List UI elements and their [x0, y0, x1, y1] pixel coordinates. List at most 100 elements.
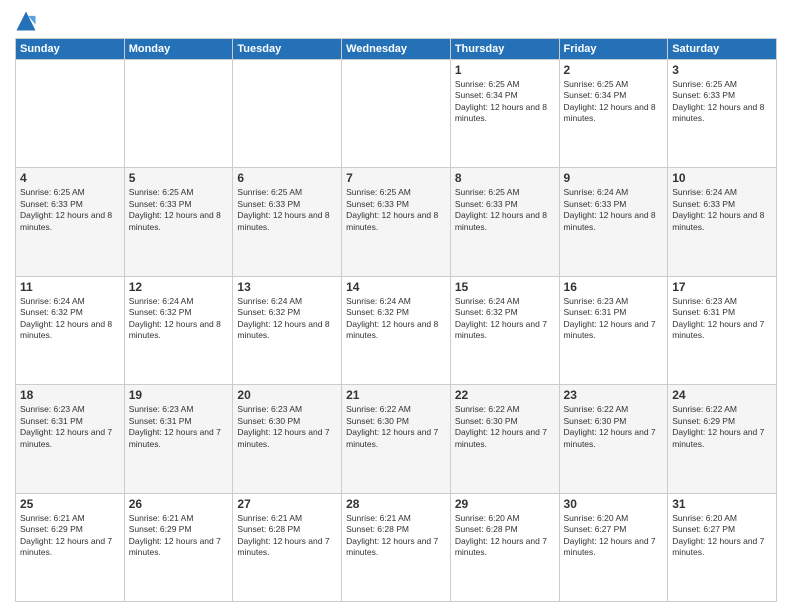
header — [15, 10, 777, 32]
day-number: 23 — [564, 388, 664, 402]
calendar-cell: 28 Sunrise: 6:21 AMSunset: 6:28 PMDayligh… — [342, 493, 451, 601]
calendar-cell: 15 Sunrise: 6:24 AMSunset: 6:32 PMDayligh… — [450, 276, 559, 384]
day-number: 13 — [237, 280, 337, 294]
weekday-header: Wednesday — [342, 39, 451, 60]
day-info: Sunrise: 6:25 AMSunset: 6:33 PMDaylight:… — [455, 187, 555, 233]
day-info: Sunrise: 6:21 AMSunset: 6:29 PMDaylight:… — [20, 513, 120, 559]
calendar-cell — [124, 60, 233, 168]
day-number: 3 — [672, 63, 772, 77]
weekday-header: Saturday — [668, 39, 777, 60]
day-info: Sunrise: 6:21 AMSunset: 6:28 PMDaylight:… — [346, 513, 446, 559]
calendar-week-row: 18Sunrise: 6:23 AMSunset: 6:31 PMDayligh… — [16, 385, 777, 493]
calendar-cell: 27 Sunrise: 6:21 AMSunset: 6:28 PMDayligh… — [233, 493, 342, 601]
day-info: Sunrise: 6:25 AMSunset: 6:33 PMDaylight:… — [20, 187, 120, 233]
calendar-cell — [342, 60, 451, 168]
calendar-cell: 12 Sunrise: 6:24 AMSunset: 6:32 PMDayligh… — [124, 276, 233, 384]
day-info: Sunrise: 6:22 AMSunset: 6:30 PMDaylight:… — [564, 404, 664, 450]
calendar-cell: 26Sunrise: 6:21 AMSunset: 6:29 PMDayligh… — [124, 493, 233, 601]
day-info: Sunrise: 6:25 AMSunset: 6:33 PMDaylight:… — [237, 187, 337, 233]
day-number: 27 — [237, 497, 337, 511]
calendar-cell: 30 Sunrise: 6:20 AMSunset: 6:27 PMDayligh… — [559, 493, 668, 601]
day-number: 31 — [672, 497, 772, 511]
day-info: Sunrise: 6:20 AMSunset: 6:27 PMDaylight:… — [672, 513, 772, 559]
logo-icon — [15, 10, 37, 32]
weekday-header: Tuesday — [233, 39, 342, 60]
day-number: 5 — [129, 171, 229, 185]
day-info: Sunrise: 6:24 AMSunset: 6:33 PMDaylight:… — [564, 187, 664, 233]
calendar-cell: 22 Sunrise: 6:22 AMSunset: 6:30 PMDayligh… — [450, 385, 559, 493]
day-number: 22 — [455, 388, 555, 402]
day-number: 15 — [455, 280, 555, 294]
calendar-cell: 2 Sunrise: 6:25 AMSunset: 6:34 PMDaylight… — [559, 60, 668, 168]
day-number: 12 — [129, 280, 229, 294]
weekday-header: Sunday — [16, 39, 125, 60]
day-info: Sunrise: 6:23 AMSunset: 6:31 PMDaylight:… — [20, 404, 120, 450]
calendar-cell: 31 Sunrise: 6:20 AMSunset: 6:27 PMDayligh… — [668, 493, 777, 601]
day-info: Sunrise: 6:24 AMSunset: 6:32 PMDaylight:… — [237, 296, 337, 342]
day-info: Sunrise: 6:20 AMSunset: 6:27 PMDaylight:… — [564, 513, 664, 559]
calendar-cell: 11 Sunrise: 6:24 AMSunset: 6:32 PMDayligh… — [16, 276, 125, 384]
calendar-cell: 18Sunrise: 6:23 AMSunset: 6:31 PMDayligh… — [16, 385, 125, 493]
day-number: 19 — [129, 388, 229, 402]
calendar-cell: 20 Sunrise: 6:23 AMSunset: 6:30 PMDayligh… — [233, 385, 342, 493]
day-number: 10 — [672, 171, 772, 185]
day-number: 7 — [346, 171, 446, 185]
calendar-cell — [233, 60, 342, 168]
calendar-week-row: 25 Sunrise: 6:21 AMSunset: 6:29 PMDayligh… — [16, 493, 777, 601]
day-number: 8 — [455, 171, 555, 185]
calendar-cell: 14 Sunrise: 6:24 AMSunset: 6:32 PMDayligh… — [342, 276, 451, 384]
calendar-cell: 23 Sunrise: 6:22 AMSunset: 6:30 PMDayligh… — [559, 385, 668, 493]
day-info: Sunrise: 6:25 AMSunset: 6:34 PMDaylight:… — [564, 79, 664, 125]
day-info: Sunrise: 6:25 AMSunset: 6:33 PMDaylight:… — [346, 187, 446, 233]
day-number: 9 — [564, 171, 664, 185]
day-info: Sunrise: 6:23 AMSunset: 6:31 PMDaylight:… — [129, 404, 229, 450]
day-number: 4 — [20, 171, 120, 185]
day-number: 28 — [346, 497, 446, 511]
calendar-cell: 29Sunrise: 6:20 AMSunset: 6:28 PMDayligh… — [450, 493, 559, 601]
day-info: Sunrise: 6:24 AMSunset: 6:32 PMDaylight:… — [346, 296, 446, 342]
calendar-cell: 9 Sunrise: 6:24 AMSunset: 6:33 PMDaylight… — [559, 168, 668, 276]
weekday-header: Thursday — [450, 39, 559, 60]
calendar-cell: 17Sunrise: 6:23 AMSunset: 6:31 PMDayligh… — [668, 276, 777, 384]
calendar-week-row: 4 Sunrise: 6:25 AMSunset: 6:33 PMDaylight… — [16, 168, 777, 276]
day-number: 1 — [455, 63, 555, 77]
day-number: 14 — [346, 280, 446, 294]
day-number: 30 — [564, 497, 664, 511]
day-number: 2 — [564, 63, 664, 77]
calendar-cell: 24 Sunrise: 6:22 AMSunset: 6:29 PMDayligh… — [668, 385, 777, 493]
day-number: 25 — [20, 497, 120, 511]
calendar-cell: 8 Sunrise: 6:25 AMSunset: 6:33 PMDaylight… — [450, 168, 559, 276]
day-number: 21 — [346, 388, 446, 402]
calendar-week-row: 1 Sunrise: 6:25 AMSunset: 6:34 PMDaylight… — [16, 60, 777, 168]
calendar-cell: 10 Sunrise: 6:24 AMSunset: 6:33 PMDayligh… — [668, 168, 777, 276]
day-number: 6 — [237, 171, 337, 185]
day-info: Sunrise: 6:23 AMSunset: 6:30 PMDaylight:… — [237, 404, 337, 450]
day-info: Sunrise: 6:25 AMSunset: 6:34 PMDaylight:… — [455, 79, 555, 125]
day-info: Sunrise: 6:24 AMSunset: 6:32 PMDaylight:… — [129, 296, 229, 342]
weekday-header: Monday — [124, 39, 233, 60]
day-number: 11 — [20, 280, 120, 294]
calendar-cell: 16 Sunrise: 6:23 AMSunset: 6:31 PMDayligh… — [559, 276, 668, 384]
day-info: Sunrise: 6:22 AMSunset: 6:30 PMDaylight:… — [346, 404, 446, 450]
day-info: Sunrise: 6:22 AMSunset: 6:30 PMDaylight:… — [455, 404, 555, 450]
day-number: 20 — [237, 388, 337, 402]
day-number: 24 — [672, 388, 772, 402]
calendar-cell: 5 Sunrise: 6:25 AMSunset: 6:33 PMDaylight… — [124, 168, 233, 276]
calendar-cell: 21 Sunrise: 6:22 AMSunset: 6:30 PMDayligh… — [342, 385, 451, 493]
calendar-cell: 25 Sunrise: 6:21 AMSunset: 6:29 PMDayligh… — [16, 493, 125, 601]
page: SundayMondayTuesdayWednesdayThursdayFrid… — [0, 0, 792, 612]
day-info: Sunrise: 6:23 AMSunset: 6:31 PMDaylight:… — [564, 296, 664, 342]
day-number: 29 — [455, 497, 555, 511]
weekday-header-row: SundayMondayTuesdayWednesdayThursdayFrid… — [16, 39, 777, 60]
day-info: Sunrise: 6:24 AMSunset: 6:32 PMDaylight:… — [20, 296, 120, 342]
day-info: Sunrise: 6:21 AMSunset: 6:29 PMDaylight:… — [129, 513, 229, 559]
day-info: Sunrise: 6:21 AMSunset: 6:28 PMDaylight:… — [237, 513, 337, 559]
day-info: Sunrise: 6:25 AMSunset: 6:33 PMDaylight:… — [129, 187, 229, 233]
calendar-cell: 1 Sunrise: 6:25 AMSunset: 6:34 PMDaylight… — [450, 60, 559, 168]
calendar: SundayMondayTuesdayWednesdayThursdayFrid… — [15, 38, 777, 602]
day-number: 16 — [564, 280, 664, 294]
calendar-cell: 19 Sunrise: 6:23 AMSunset: 6:31 PMDayligh… — [124, 385, 233, 493]
day-info: Sunrise: 6:24 AMSunset: 6:32 PMDaylight:… — [455, 296, 555, 342]
day-info: Sunrise: 6:22 AMSunset: 6:29 PMDaylight:… — [672, 404, 772, 450]
day-info: Sunrise: 6:24 AMSunset: 6:33 PMDaylight:… — [672, 187, 772, 233]
